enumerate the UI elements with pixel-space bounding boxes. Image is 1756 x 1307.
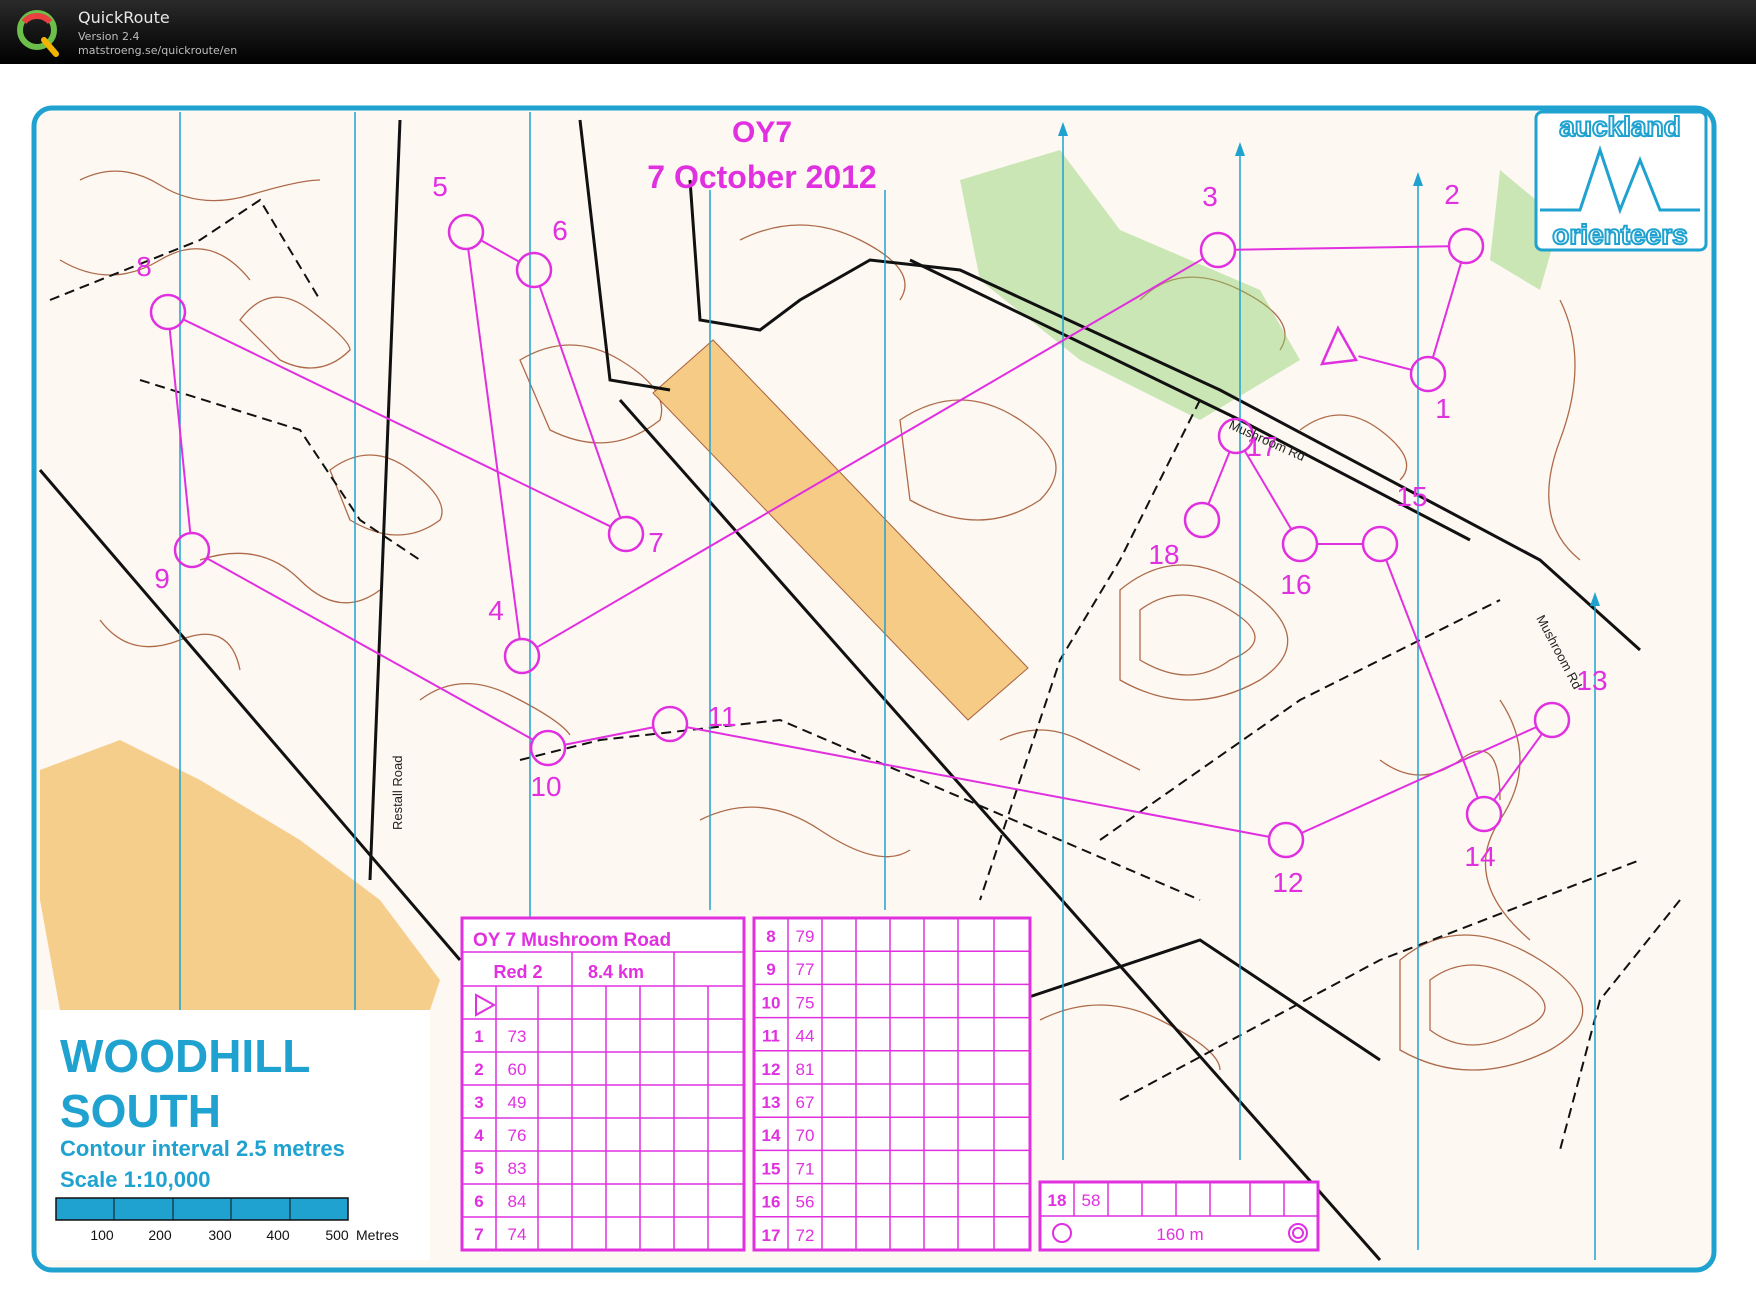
desc-right-code-13: 67	[796, 1093, 815, 1112]
scale-bar	[55, 1197, 349, 1221]
desc-finish-distance: 160 m	[1156, 1225, 1203, 1244]
club-logo-top-text: auckland	[1559, 111, 1680, 142]
desc-left-num-4: 4	[474, 1126, 484, 1145]
desc-left-code-5: 83	[508, 1159, 527, 1178]
control-number-5: 5	[432, 171, 448, 202]
map-name-line2: SOUTH	[60, 1085, 221, 1137]
desc-right-code-16: 56	[796, 1193, 815, 1212]
desc-length: 8.4 km	[588, 962, 644, 982]
control-number-1: 1	[1435, 393, 1451, 424]
desc-left-code-7: 74	[508, 1225, 527, 1244]
event-title: OY7	[732, 116, 792, 149]
desc-left-num-7: 7	[474, 1225, 483, 1244]
desc-left-code-3: 49	[508, 1093, 527, 1112]
desc-right-code-17: 72	[796, 1226, 815, 1245]
scale-label-400: 400	[266, 1227, 290, 1243]
desc-left-code-4: 76	[508, 1126, 527, 1145]
desc-right-code-10: 75	[796, 993, 815, 1012]
desc-right-code-8: 79	[796, 927, 815, 946]
map-name-line1: WOODHILL	[60, 1030, 310, 1082]
desc-right-num-10: 10	[762, 993, 781, 1012]
app-name: QuickRoute	[78, 8, 170, 27]
desc-right-code-14: 70	[796, 1126, 815, 1145]
club-logo-bottom-text: orienteers	[1552, 219, 1687, 250]
desc-right-code-15: 71	[796, 1159, 815, 1178]
control-number-10: 10	[530, 771, 561, 802]
control-number-11: 11	[707, 701, 736, 732]
desc-right-num-14: 14	[762, 1126, 781, 1145]
control-number-16: 16	[1280, 569, 1311, 600]
desc-right-num-8: 8	[766, 927, 775, 946]
scale-label-300: 300	[208, 1227, 232, 1243]
map-scale: Scale 1:10,000	[60, 1167, 210, 1192]
quickroute-logo-icon	[17, 10, 59, 57]
club-logo: auckland orienteers	[1534, 110, 1708, 252]
control-number-7: 7	[648, 527, 664, 558]
control-number-14: 14	[1464, 841, 1495, 872]
desc-right-num-17: 17	[762, 1226, 781, 1245]
scale-label-200: 200	[148, 1227, 172, 1243]
desc-title: OY 7 Mushroom Road	[473, 930, 671, 951]
desc-left-num-2: 2	[474, 1060, 483, 1079]
desc-left-num-5: 5	[474, 1159, 483, 1178]
contour-interval: Contour interval 2.5 metres	[60, 1136, 345, 1161]
desc-left-code-2: 60	[508, 1060, 527, 1079]
desc-right-code-9: 77	[796, 960, 815, 979]
desc-row-18-num: 18	[1048, 1191, 1067, 1210]
control-number-2: 2	[1444, 179, 1460, 210]
desc-row-18-code: 58	[1082, 1191, 1101, 1210]
scale-label-100: 100	[90, 1227, 114, 1243]
control-number-9: 9	[154, 563, 170, 594]
orienteering-map[interactable]: 123456789101112131415161718 OY7 7 Octobe…	[0, 64, 1756, 1307]
desc-right-num-15: 15	[762, 1159, 781, 1178]
map-legend: WOODHILL SOUTH Contour interval 2.5 metr…	[40, 1010, 430, 1260]
control-number-15: 15	[1396, 481, 1427, 512]
control-number-18: 18	[1148, 539, 1179, 570]
control-number-8: 8	[136, 251, 152, 282]
desc-right-num-13: 13	[762, 1093, 781, 1112]
event-date: 7 October 2012	[647, 159, 876, 195]
scale-unit: Metres	[356, 1227, 399, 1243]
desc-left-code-6: 84	[508, 1192, 527, 1211]
desc-right-num-16: 16	[762, 1193, 781, 1212]
app-version: Version 2.4	[78, 30, 140, 43]
desc-left-num-6: 6	[474, 1192, 483, 1211]
scale-label-500: 500	[325, 1227, 349, 1243]
control-number-3: 3	[1202, 181, 1218, 212]
control-number-6: 6	[552, 215, 568, 246]
desc-right-code-12: 81	[796, 1060, 815, 1079]
desc-left-num-1: 1	[474, 1027, 483, 1046]
road-label-restall: Restall Road	[390, 756, 405, 830]
app-url: matstroeng.se/quickroute/en	[78, 44, 238, 57]
app-title-bar: QuickRoute Version 2.4 matstroeng.se/qui…	[0, 0, 1756, 64]
control-number-4: 4	[488, 595, 504, 626]
desc-left-code-1: 73	[508, 1027, 527, 1046]
desc-right-num-9: 9	[766, 960, 775, 979]
desc-left-num-3: 3	[474, 1093, 483, 1112]
desc-course: Red 2	[493, 962, 542, 982]
desc-right-code-11: 44	[796, 1027, 815, 1046]
control-number-12: 12	[1272, 867, 1303, 898]
desc-right-num-12: 12	[762, 1060, 781, 1079]
desc-right-num-11: 11	[762, 1027, 780, 1046]
